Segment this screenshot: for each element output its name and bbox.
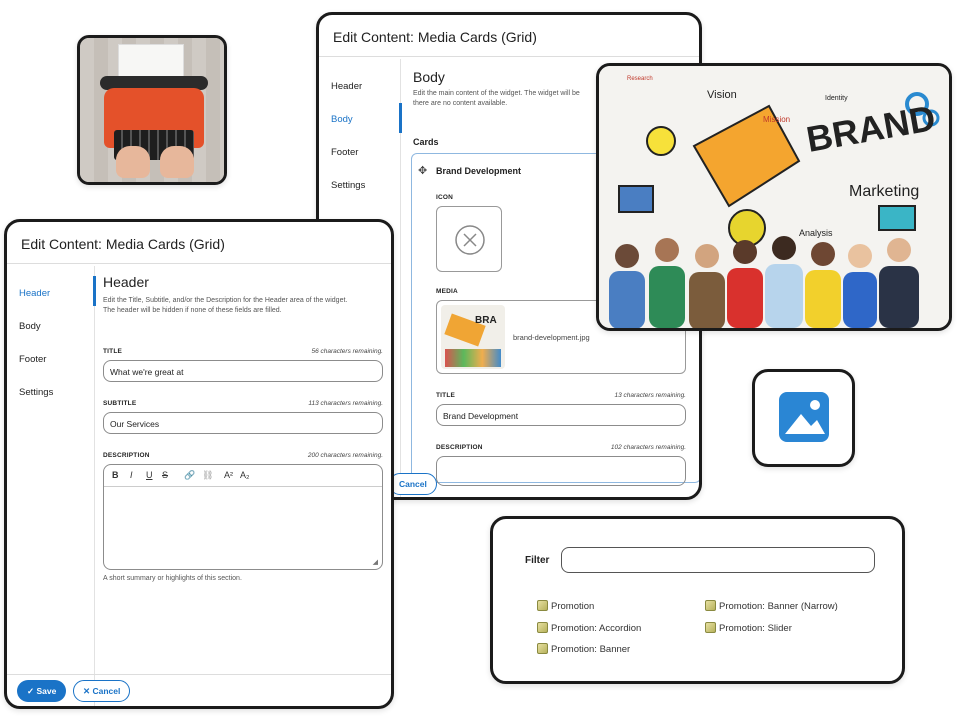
resize-handle-icon[interactable]: ◢ (373, 558, 378, 566)
widget-icon (705, 622, 716, 633)
panel-title: Edit Content: Media Cards (Grid) (319, 15, 699, 57)
widget-item[interactable]: Promotion (537, 600, 594, 612)
subtitle-input[interactable]: Our Services (103, 412, 383, 434)
typewriter-photo (77, 35, 227, 185)
description-count: 200 characters remaining. (307, 452, 383, 459)
superscript-button[interactable]: A² (224, 470, 233, 480)
widget-item[interactable]: Promotion: Slider (705, 622, 792, 634)
description-editor[interactable]: B I U S 🔗 ⛓ A² A₂ ◢ (103, 464, 383, 570)
widget-filter-panel: Filter Promotion Promotion: Accordion Pr… (490, 516, 905, 684)
unlink-icon[interactable]: ⛓ (202, 470, 213, 481)
widget-item[interactable]: Promotion: Banner (537, 643, 630, 655)
title-count: 56 characters remaining. (311, 348, 383, 355)
strikethrough-button[interactable]: S (162, 470, 168, 480)
widget-icon (537, 600, 548, 611)
panel-nav: Header Body Footer Settings (7, 266, 96, 706)
save-button[interactable]: ✓ Save (17, 680, 67, 702)
section-heading: Body (413, 69, 445, 85)
marketing-word: Marketing (849, 183, 919, 200)
filter-input[interactable] (561, 547, 875, 573)
icon-picker[interactable] (436, 206, 502, 272)
title-count: 13 characters remaining. (614, 392, 686, 399)
mission-word: Mission (763, 115, 790, 124)
image-icon (779, 392, 829, 442)
rte-toolbar: B I U S 🔗 ⛓ A² A₂ (104, 465, 382, 487)
description-label: DESCRIPTION (436, 444, 483, 451)
widget-icon (537, 643, 548, 654)
cancel-button[interactable]: ✕ Cancel (73, 680, 131, 702)
save-label: Save (36, 686, 57, 696)
subtitle-count: 113 characters remaining. (308, 400, 383, 407)
media-thumbnail: BRA (441, 305, 505, 369)
underline-button[interactable]: U (146, 470, 153, 480)
nav-item-body[interactable]: Body (331, 114, 353, 125)
widget-item[interactable]: Promotion: Accordion (537, 622, 641, 634)
link-icon[interactable]: 🔗 (184, 470, 195, 481)
media-label: MEDIA (436, 288, 458, 295)
brand-illustration: BRAND Marketing Vision Mission Identity … (599, 66, 949, 328)
title-label: TITLE (436, 392, 456, 399)
nav-item-settings[interactable]: Settings (331, 180, 365, 191)
vision-word: Vision (707, 89, 737, 101)
media-filename: brand-development.jpg (513, 333, 590, 342)
help-text-line-1: Edit the main content of the widget. The… (413, 90, 580, 97)
nav-item-settings[interactable]: Settings (19, 387, 53, 398)
cancel-label: Cancel (92, 686, 121, 696)
description-editor[interactable] (436, 456, 686, 486)
section-heading: Header (103, 274, 149, 290)
active-nav-indicator (399, 103, 402, 133)
help-text-line-2: there are no content available. (413, 100, 508, 107)
help-text-line-2: The header will be hidden if none of the… (103, 307, 282, 314)
subtitle-label: SUBTITLE (103, 400, 137, 407)
widget-item[interactable]: Promotion: Banner (Narrow) (705, 600, 838, 612)
description-label: DESCRIPTION (103, 452, 150, 459)
title-input[interactable]: Brand Development (436, 404, 686, 426)
brand-photo: BRAND Marketing Vision Mission Identity … (596, 63, 952, 331)
nav-item-footer[interactable]: Footer (19, 354, 46, 365)
active-nav-indicator (93, 276, 96, 306)
description-count: 102 characters remaining. (610, 444, 686, 451)
nav-item-footer[interactable]: Footer (331, 147, 358, 158)
panel-title: Edit Content: Media Cards (Grid) (7, 222, 391, 264)
subscript-button[interactable]: A₂ (240, 470, 250, 480)
edit-content-panel-header: Edit Content: Media Cards (Grid) Header … (4, 219, 394, 709)
title-label: TITLE (103, 348, 123, 355)
help-text-line-1: Edit the Title, Subtitle, and/or the Des… (103, 297, 348, 304)
card-name: Brand Development (436, 166, 522, 176)
description-hint: A short summary or highlights of this se… (103, 575, 242, 582)
filter-label: Filter (525, 555, 550, 566)
clear-icon (455, 225, 485, 255)
nav-item-body[interactable]: Body (19, 321, 41, 332)
identity-word: Identity (825, 95, 848, 102)
cards-label: Cards (413, 137, 439, 147)
research-word: Research (627, 76, 653, 82)
title-input[interactable]: What we're great at (103, 360, 383, 382)
image-icon-tile (752, 369, 855, 467)
widget-icon (705, 600, 716, 611)
nav-item-header[interactable]: Header (19, 288, 50, 299)
icon-label: ICON (436, 194, 454, 201)
nav-item-header[interactable]: Header (331, 81, 362, 92)
italic-button[interactable]: I (130, 470, 133, 480)
cancel-button[interactable]: Cancel (389, 473, 437, 495)
analysis-word: Analysis (799, 228, 833, 238)
drag-handle-icon[interactable]: ✥ (418, 164, 427, 177)
widget-icon (537, 622, 548, 633)
bold-button[interactable]: B (112, 470, 119, 480)
